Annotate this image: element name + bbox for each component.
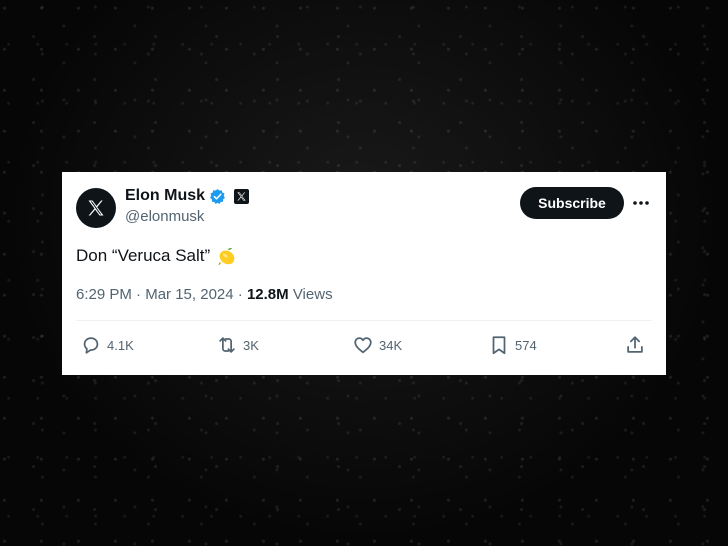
tweet-actions-bar: 4.1K 3K 34K 574 <box>62 332 666 358</box>
share-icon <box>627 336 643 353</box>
reply-icon <box>83 337 99 354</box>
bookmark-count: 574 <box>515 337 537 353</box>
author-name-row: Elon Musk <box>125 187 250 205</box>
share-button[interactable] <box>624 332 646 358</box>
meta-separator: · <box>237 286 243 303</box>
like-button[interactable]: 34K <box>352 332 402 358</box>
views-label: Views <box>292 286 333 303</box>
bookmark-icon <box>492 336 506 355</box>
author-display-name[interactable]: Elon Musk <box>125 187 205 205</box>
avatar[interactable] <box>76 188 116 228</box>
heart-icon <box>354 337 372 354</box>
meta-separator: · <box>136 286 142 303</box>
views-count[interactable]: 12.8M <box>247 286 289 303</box>
more-dots-icon[interactable] <box>630 192 652 214</box>
repost-count: 3K <box>243 337 259 353</box>
tweet-body: Don “Veruca Salt” <box>76 245 238 267</box>
repost-button[interactable]: 3K <box>216 332 259 358</box>
bookmark-button[interactable]: 574 <box>488 332 537 358</box>
tweet-card: Elon Musk @elonmusk Subscribe Don “Veruc… <box>62 172 666 375</box>
reply-count: 4.1K <box>107 337 134 353</box>
divider <box>76 320 652 321</box>
tweet-date[interactable]: Mar 15, 2024 <box>145 286 233 303</box>
verified-badge-icon <box>209 188 226 205</box>
repost-icon <box>219 337 235 353</box>
x-logo-icon <box>88 200 104 216</box>
like-count: 34K <box>379 337 403 353</box>
x-affiliate-icon[interactable] <box>234 188 250 204</box>
subscribe-button[interactable]: Subscribe <box>520 187 624 219</box>
reply-button[interactable]: 4.1K <box>80 332 134 358</box>
tweet-meta: 6:29 PM · Mar 15, 2024 · 12.8M Views <box>76 286 333 303</box>
lemon-icon <box>216 245 238 267</box>
tweet-text: Don “Veruca Salt” <box>76 246 211 265</box>
tweet-time[interactable]: 6:29 PM <box>76 286 132 303</box>
author-handle[interactable]: @elonmusk <box>125 208 204 225</box>
